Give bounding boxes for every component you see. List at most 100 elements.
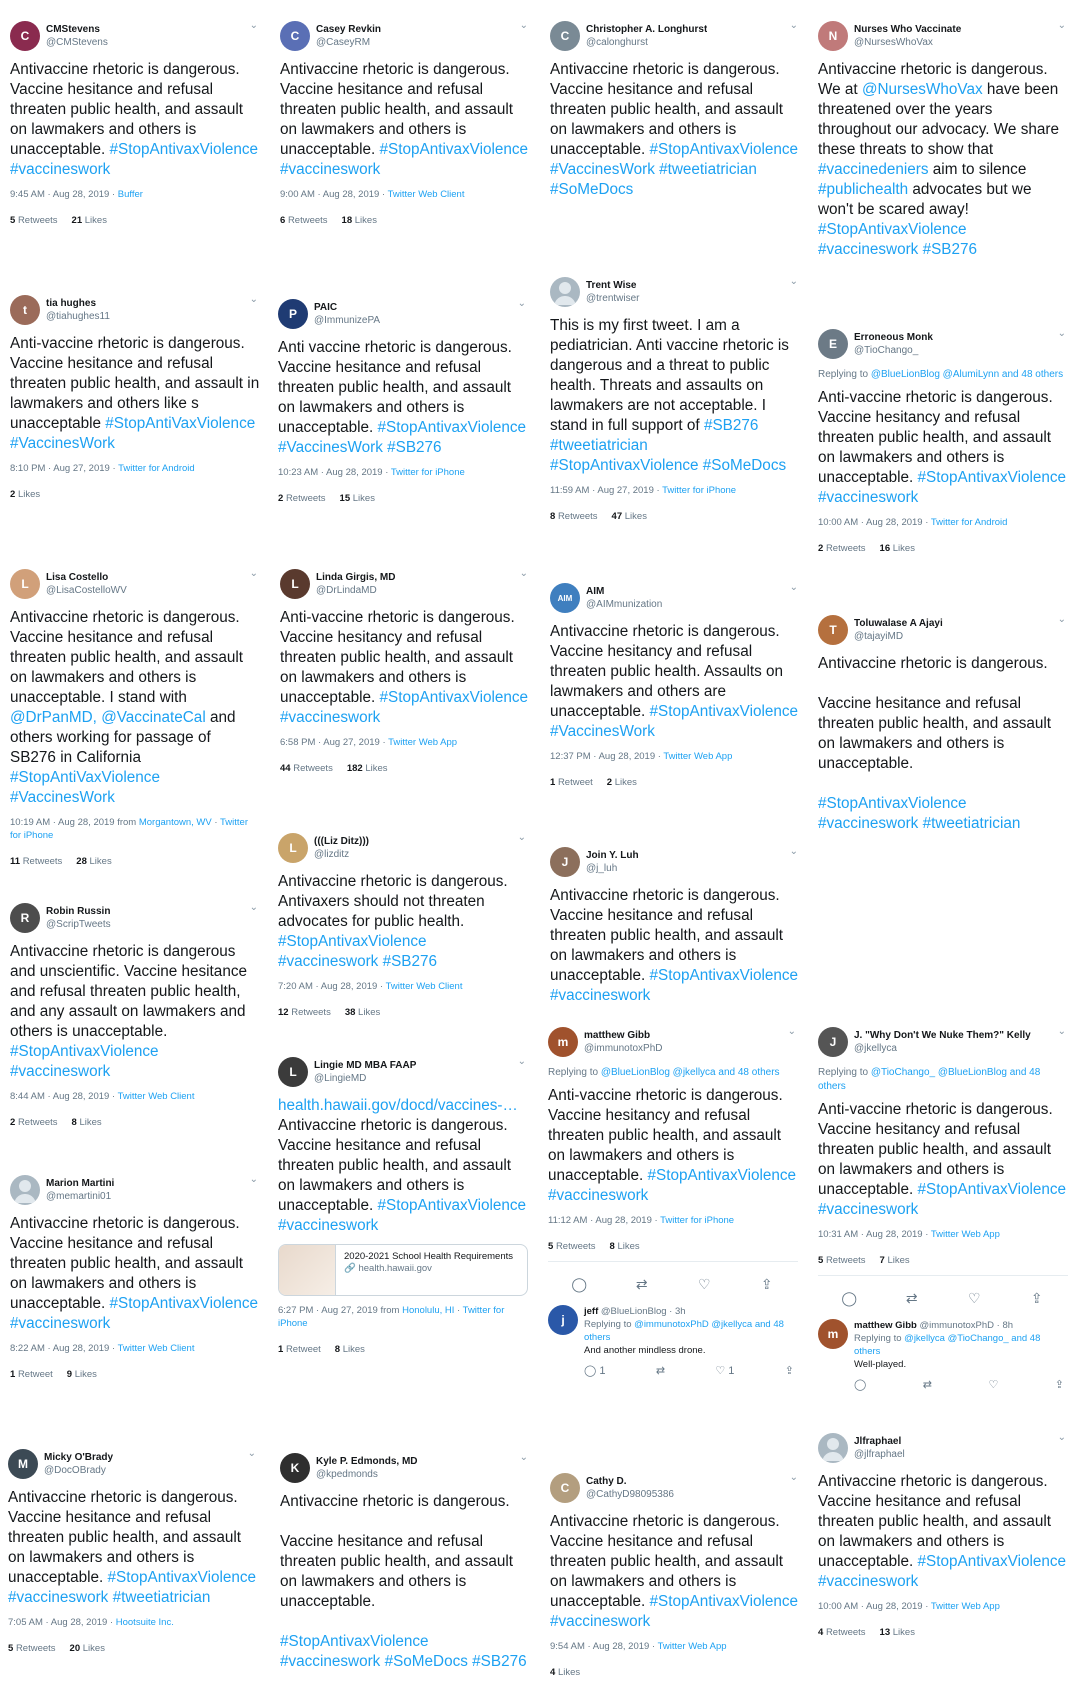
avatar[interactable]: j bbox=[548, 1305, 578, 1335]
author-name[interactable]: (((Liz Ditz))) bbox=[314, 835, 369, 848]
reply-icon[interactable]: ◯ bbox=[564, 1276, 594, 1293]
avatar[interactable]: C bbox=[550, 1473, 580, 1503]
like-count[interactable]: 20 Likes bbox=[70, 1643, 105, 1654]
timestamp[interactable]: 10:00 AM · Aug 28, 2019 · bbox=[818, 517, 931, 528]
client-source[interactable]: Twitter for Android bbox=[118, 463, 195, 474]
author-handle[interactable]: @DrLindaMD bbox=[316, 584, 395, 597]
retweet-count[interactable]: 6 Retweets bbox=[280, 215, 328, 226]
chevron-down-icon[interactable]: ⌄ bbox=[1058, 1026, 1066, 1037]
author-handle[interactable]: @tajayiMD bbox=[854, 630, 943, 643]
author-handle[interactable]: @jkellyca bbox=[854, 1042, 1031, 1055]
retweet-count[interactable]: 2 Retweets bbox=[10, 1117, 58, 1128]
hashtag-link[interactable]: #StopAntivaxViolence bbox=[818, 221, 967, 238]
like-count[interactable]: 8 Likes bbox=[335, 1344, 365, 1355]
retweet-icon[interactable]: ⇄ bbox=[897, 1290, 927, 1307]
timestamp[interactable]: 12:37 PM · Aug 28, 2019 · bbox=[550, 751, 663, 762]
hashtag-link[interactable]: #SoMeDocs bbox=[703, 457, 786, 474]
reply-author-handle[interactable]: @BlueLionBlog · 3h bbox=[601, 1306, 686, 1317]
like-count[interactable]: 8 Likes bbox=[72, 1117, 102, 1128]
like-count[interactable]: 9 Likes bbox=[67, 1369, 97, 1380]
author-name[interactable]: J. "Why Don't We Nuke Them?" Kelly bbox=[854, 1029, 1031, 1042]
reply-icon[interactable]: ◯ 1 bbox=[584, 1365, 606, 1378]
hashtag-link[interactable]: #StopAntiVaxViolence bbox=[105, 415, 255, 432]
hashtag-link[interactable]: #publichealth bbox=[818, 181, 908, 198]
author-name[interactable]: Join Y. Luh bbox=[586, 849, 639, 862]
share-icon[interactable]: ⇪ bbox=[1022, 1290, 1052, 1307]
retweet-count[interactable]: 8 Retweets bbox=[550, 511, 598, 522]
chevron-down-icon[interactable]: ⌄ bbox=[250, 1174, 258, 1185]
hashtag-link[interactable]: #SB276 bbox=[472, 1653, 526, 1670]
hashtag-link[interactable]: #StopAntivaxViolence bbox=[378, 1197, 527, 1214]
like-count[interactable]: 8 Likes bbox=[610, 1241, 640, 1252]
author-name[interactable]: Cathy D. bbox=[586, 1475, 674, 1488]
retweet-icon[interactable]: ⇄ bbox=[923, 1379, 932, 1392]
chevron-down-icon[interactable]: ⌄ bbox=[788, 1026, 796, 1037]
client-source[interactable]: Twitter Web App bbox=[931, 1229, 1000, 1240]
author-handle[interactable]: @CathyD98095386 bbox=[586, 1488, 674, 1501]
author-handle[interactable]: @LingieMD bbox=[314, 1072, 416, 1085]
avatar[interactable]: T bbox=[818, 615, 848, 645]
hashtag-link[interactable]: #StopAntivaxViolence bbox=[108, 1569, 257, 1586]
chevron-down-icon[interactable]: ⌄ bbox=[1058, 614, 1066, 625]
author-name[interactable]: Lingie MD MBA FAAP bbox=[314, 1059, 416, 1072]
author-name[interactable]: Christopher A. Longhurst bbox=[586, 23, 707, 36]
avatar[interactable]: m bbox=[548, 1027, 578, 1057]
hashtag-link[interactable]: #StopAntivaxViolence bbox=[380, 141, 529, 158]
retweet-icon[interactable]: ⇄ bbox=[627, 1276, 657, 1293]
avatar[interactable]: m bbox=[818, 1319, 848, 1349]
hashtag-link[interactable]: #StopAntivaxViolence bbox=[650, 1593, 799, 1610]
chevron-down-icon[interactable]: ⌄ bbox=[1058, 20, 1066, 31]
hashtag-link[interactable]: #VaccinesWork bbox=[10, 435, 115, 452]
chevron-down-icon[interactable]: ⌄ bbox=[790, 20, 798, 31]
chevron-down-icon[interactable]: ⌄ bbox=[250, 568, 258, 579]
timestamp[interactable]: 8:10 PM · Aug 27, 2019 · bbox=[10, 463, 118, 474]
author-handle[interactable]: @TioChango_ bbox=[854, 344, 933, 357]
author-name[interactable]: CMStevens bbox=[46, 23, 108, 36]
like-count[interactable]: 47 Likes bbox=[612, 511, 647, 522]
hashtag-link[interactable]: #StopAntivaxViolence bbox=[918, 469, 1067, 486]
chevron-down-icon[interactable]: ⌄ bbox=[250, 902, 258, 913]
hashtag-link[interactable]: #SoMeDocs bbox=[385, 1653, 468, 1670]
client-source[interactable]: Twitter Web App bbox=[658, 1641, 727, 1652]
chevron-down-icon[interactable]: ⌄ bbox=[250, 20, 258, 31]
reply-author-handle[interactable]: @immunotoxPhD · 8h bbox=[919, 1320, 1013, 1331]
retweet-count[interactable]: 1 Retweet bbox=[278, 1344, 321, 1355]
chevron-down-icon[interactable]: ⌄ bbox=[1058, 328, 1066, 339]
client-source[interactable]: Twitter for iPhone bbox=[391, 467, 465, 478]
avatar[interactable]: AIM bbox=[550, 583, 580, 613]
avatar[interactable]: C bbox=[280, 21, 310, 51]
chevron-down-icon[interactable]: ⌄ bbox=[790, 1472, 798, 1483]
author-handle[interactable]: @CMStevens bbox=[46, 36, 108, 49]
avatar[interactable]: R bbox=[10, 903, 40, 933]
hashtag-link[interactable]: #vaccineswork bbox=[550, 1613, 650, 1630]
like-count[interactable]: 2 Likes bbox=[607, 777, 637, 788]
timestamp[interactable]: 11:59 AM · Aug 27, 2019 · bbox=[550, 485, 662, 496]
heart-icon[interactable]: ♡ bbox=[959, 1290, 989, 1307]
like-count[interactable]: 4 Likes bbox=[550, 1667, 580, 1678]
link-preview-card[interactable]: 2020-2021 School Health Requirements 🔗 he… bbox=[278, 1244, 528, 1296]
author-handle[interactable]: @AIMmunization bbox=[586, 598, 662, 611]
client-source[interactable]: Twitter Web App bbox=[388, 737, 457, 748]
chevron-down-icon[interactable]: ⌄ bbox=[518, 1056, 526, 1067]
author-name[interactable]: Jlfraphael bbox=[854, 1435, 905, 1448]
retweet-count[interactable]: 12 Retweets bbox=[278, 1007, 331, 1018]
author-handle[interactable]: @CaseyRM bbox=[316, 36, 381, 49]
hashtag-link[interactable]: #VaccinesWork bbox=[550, 723, 655, 740]
author-name[interactable]: tia hughes bbox=[46, 297, 110, 310]
avatar[interactable]: P bbox=[278, 299, 308, 329]
avatar[interactable]: N bbox=[818, 21, 848, 51]
hashtag-link[interactable]: #vaccineswork bbox=[10, 161, 110, 178]
author-handle[interactable]: @NursesWhoVax bbox=[854, 36, 961, 49]
timestamp[interactable]: 9:45 AM · Aug 28, 2019 · bbox=[10, 189, 118, 200]
hashtag-link[interactable]: #tweetiatrician bbox=[923, 815, 1021, 832]
hashtag-link[interactable]: #SB276 bbox=[387, 439, 441, 456]
hashtag-link[interactable]: #StopAntivaxViolence bbox=[918, 1553, 1067, 1570]
author-name[interactable]: Micky O'Brady bbox=[44, 1451, 113, 1464]
avatar[interactable]: E bbox=[818, 329, 848, 359]
timestamp[interactable]: 8:44 AM · Aug 28, 2019 · bbox=[10, 1091, 118, 1102]
hashtag-link[interactable]: #vaccineswork bbox=[280, 161, 380, 178]
hashtag-link[interactable]: #SB276 bbox=[923, 241, 977, 258]
author-handle[interactable]: @immunotoxPhD bbox=[584, 1042, 663, 1055]
hashtag-link[interactable]: #StopAntivaxViolence bbox=[650, 141, 799, 158]
avatar[interactable]: J bbox=[550, 847, 580, 877]
